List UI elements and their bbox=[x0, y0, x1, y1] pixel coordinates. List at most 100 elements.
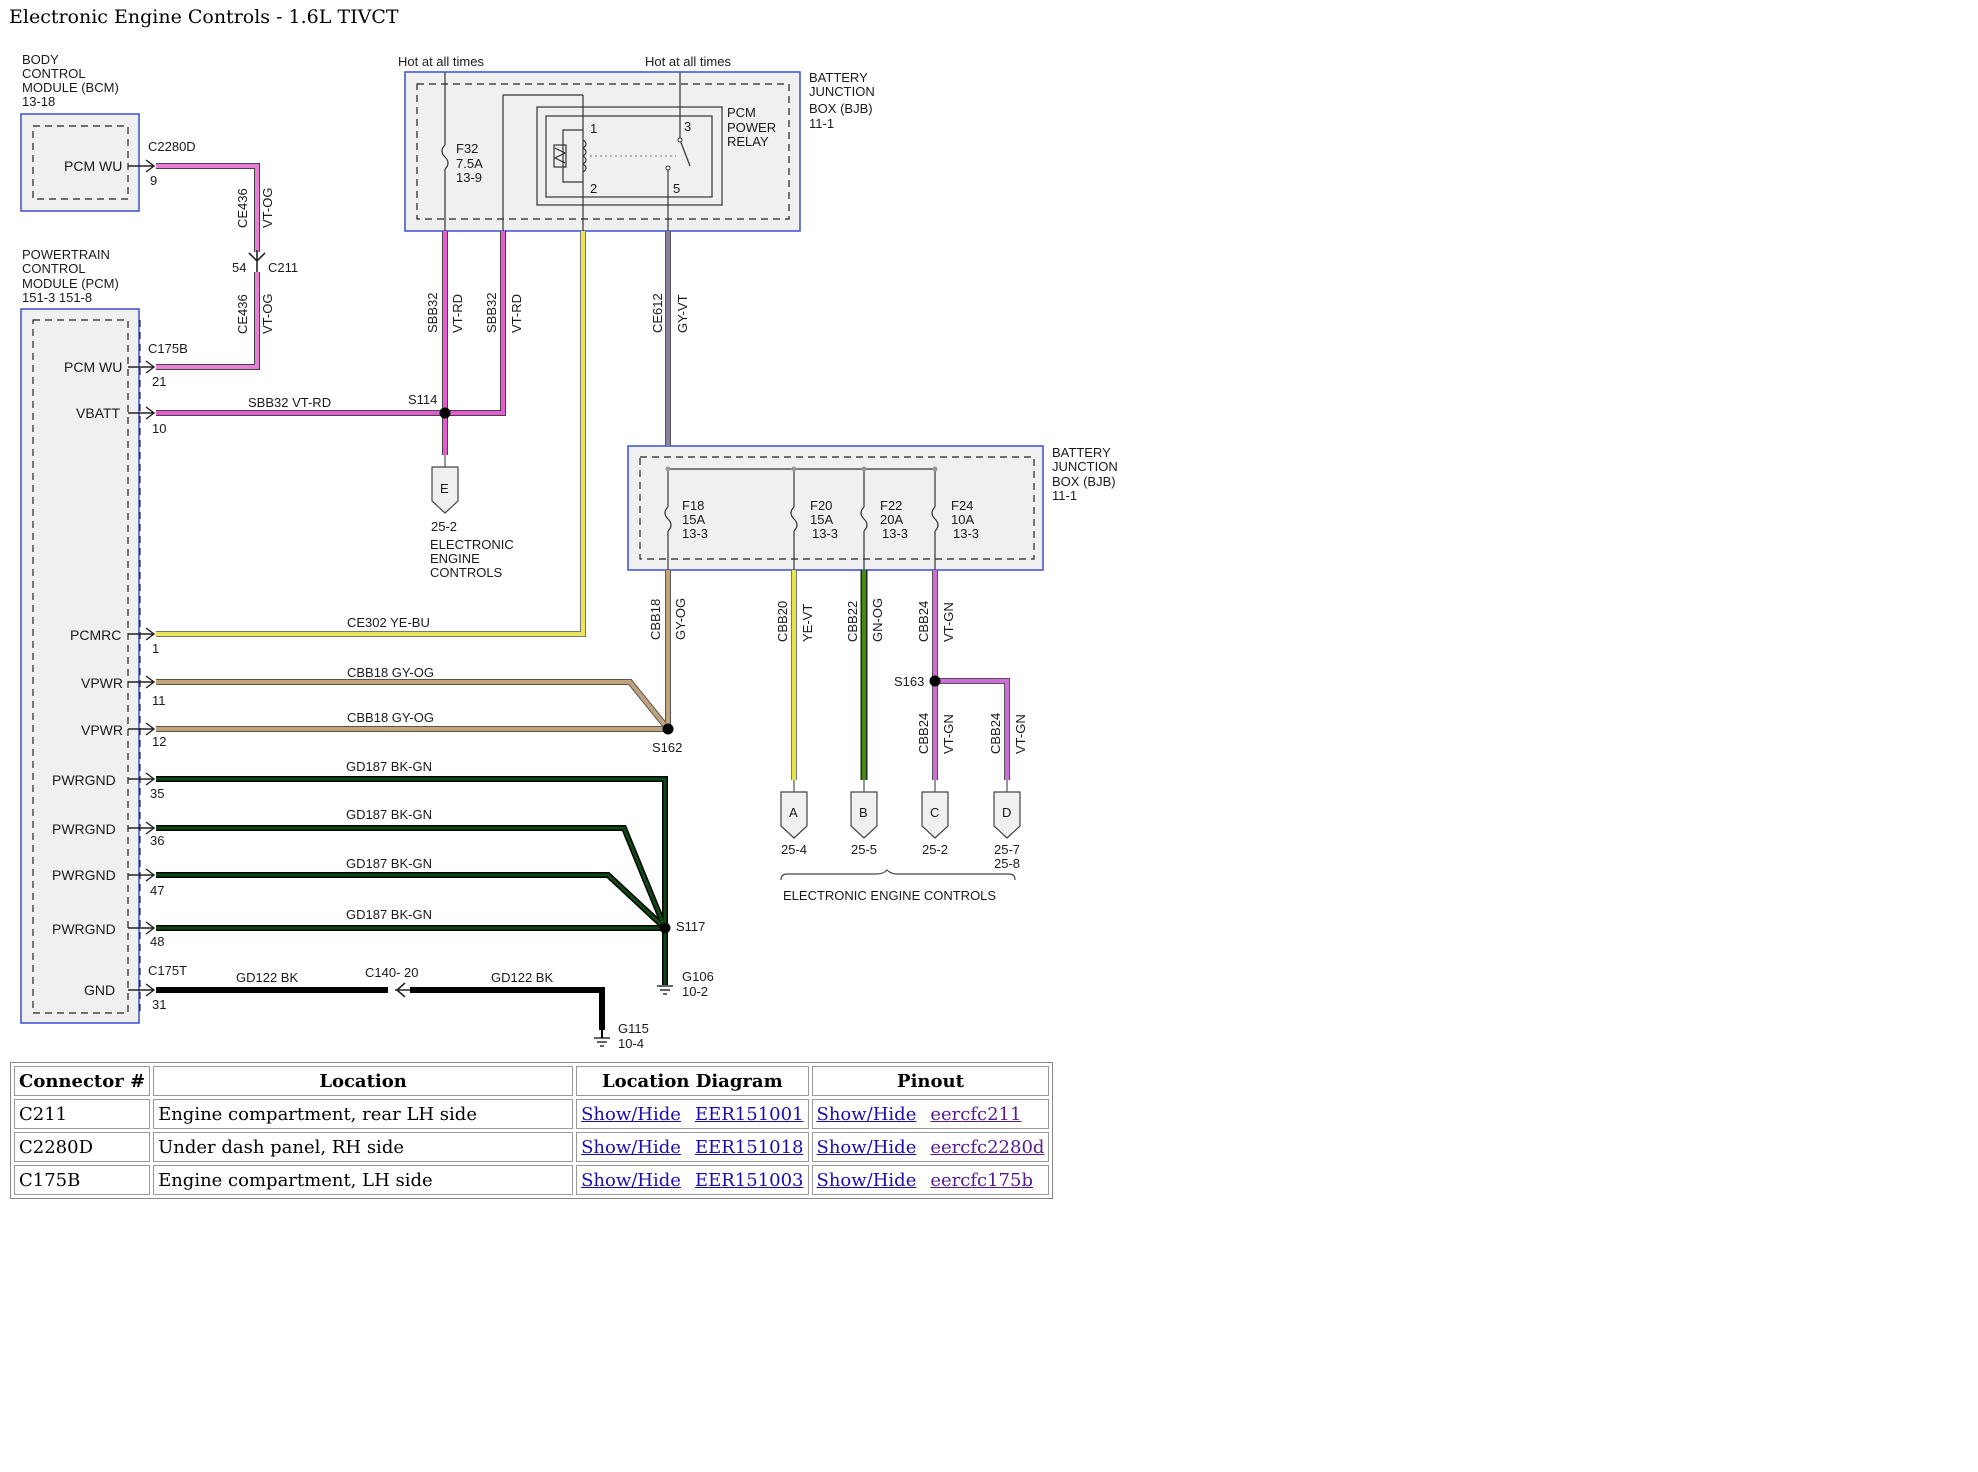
svg-text:SBB32: SBB32 bbox=[484, 293, 499, 333]
svg-text:11: 11 bbox=[152, 693, 166, 708]
svg-text:PWRGND: PWRGND bbox=[52, 921, 116, 937]
svg-text:G115: G115 bbox=[618, 1021, 649, 1036]
svg-text:VT-OG: VT-OG bbox=[260, 188, 275, 228]
wire-sbb32 bbox=[156, 231, 506, 455]
svg-text:SBB32 VT-RD: SBB32 VT-RD bbox=[248, 395, 331, 410]
svg-text:GD122 BK: GD122 BK bbox=[491, 970, 553, 985]
splice-s117 bbox=[659, 922, 671, 934]
svg-text:VT-RD: VT-RD bbox=[450, 294, 465, 333]
svg-text:VT-GN: VT-GN bbox=[941, 714, 956, 754]
svg-text:GND: GND bbox=[84, 982, 115, 998]
svg-text:11-1: 11-1 bbox=[1052, 488, 1077, 503]
svg-text:G106: G106 bbox=[682, 969, 714, 984]
c2280d-label: C2280D bbox=[148, 139, 196, 154]
show-hide-link[interactable]: Show/Hide bbox=[817, 1104, 917, 1125]
wire-cbb18 bbox=[156, 570, 671, 732]
pinout-link[interactable]: eercfc2280d bbox=[930, 1137, 1044, 1158]
svg-text:3: 3 bbox=[684, 119, 691, 134]
bjb-top: Hot at all times Hot at all times BATTER… bbox=[398, 54, 875, 232]
svg-text:25-4: 25-4 bbox=[781, 842, 807, 857]
svg-text:VT-OG: VT-OG bbox=[260, 294, 275, 334]
svg-text:CONTROL: CONTROL bbox=[22, 66, 86, 81]
svg-text:10: 10 bbox=[152, 421, 166, 436]
ref-a: A 25-4 bbox=[780, 780, 808, 857]
show-hide-link[interactable]: Show/Hide bbox=[817, 1137, 917, 1158]
cell-pinout: Show/Hide eercfc175b bbox=[811, 1165, 1050, 1195]
location-diagram-link[interactable]: EER151003 bbox=[695, 1170, 804, 1191]
svg-text:13-3: 13-3 bbox=[882, 526, 908, 541]
splice-s163 bbox=[929, 675, 941, 687]
svg-text:F24: F24 bbox=[951, 498, 973, 513]
svg-text:RELAY: RELAY bbox=[727, 134, 769, 149]
svg-text:25-2: 25-2 bbox=[431, 519, 457, 534]
svg-text:13-18: 13-18 bbox=[22, 94, 55, 109]
svg-text:25-5: 25-5 bbox=[851, 842, 877, 857]
show-hide-link[interactable]: Show/Hide bbox=[581, 1137, 681, 1158]
svg-text:13-3: 13-3 bbox=[812, 526, 838, 541]
svg-text:CE612: CE612 bbox=[650, 293, 665, 333]
svg-text:CBB18 GY-OG: CBB18 GY-OG bbox=[347, 665, 434, 680]
c175t-label: C175T bbox=[148, 963, 187, 978]
svg-text:1: 1 bbox=[152, 641, 159, 656]
svg-text:GD187 BK-GN: GD187 BK-GN bbox=[346, 856, 432, 871]
svg-text:10-2: 10-2 bbox=[682, 984, 708, 999]
svg-text:CONTROLS: CONTROLS bbox=[430, 565, 503, 580]
c211-connector: 54 C211 bbox=[232, 250, 298, 275]
ground-g106-icon bbox=[657, 985, 673, 995]
svg-text:48: 48 bbox=[150, 934, 164, 949]
svg-text:BOX (BJB): BOX (BJB) bbox=[809, 101, 873, 116]
svg-text:JUNCTION: JUNCTION bbox=[1052, 459, 1118, 474]
svg-text:25-8: 25-8 bbox=[994, 856, 1020, 871]
table-row: C211 Engine compartment, rear LH side Sh… bbox=[14, 1099, 1050, 1129]
svg-text:9: 9 bbox=[150, 173, 157, 188]
header-location-diagram: Location Diagram bbox=[576, 1066, 809, 1096]
cell-connector: C2280D bbox=[14, 1132, 151, 1162]
svg-text:13-9: 13-9 bbox=[456, 170, 482, 185]
cell-connector: C175B bbox=[14, 1165, 151, 1195]
svg-text:VT-RD: VT-RD bbox=[509, 294, 524, 333]
pinout-link[interactable]: eercfc211 bbox=[930, 1104, 1021, 1125]
splice-s162 bbox=[662, 723, 674, 735]
svg-text:CBB20: CBB20 bbox=[775, 601, 790, 642]
pinout-link[interactable]: eercfc175b bbox=[930, 1170, 1033, 1191]
svg-text:Hot at all times: Hot at all times bbox=[398, 54, 484, 69]
svg-text:PWRGND: PWRGND bbox=[52, 821, 116, 837]
svg-text:C140- 20: C140- 20 bbox=[365, 965, 418, 980]
ref-c: C 25-2 bbox=[921, 780, 949, 857]
svg-text:35: 35 bbox=[150, 786, 164, 801]
svg-text:CE436: CE436 bbox=[235, 294, 250, 334]
cell-location-diagram: Show/Hide EER151018 bbox=[576, 1132, 809, 1162]
svg-text:25-7: 25-7 bbox=[994, 842, 1020, 857]
svg-text:F22: F22 bbox=[880, 498, 902, 513]
svg-text:13-3: 13-3 bbox=[682, 526, 708, 541]
show-hide-link[interactable]: Show/Hide bbox=[817, 1170, 917, 1191]
svg-text:VT-GN: VT-GN bbox=[1013, 714, 1028, 754]
cell-pinout: Show/Hide eercfc211 bbox=[811, 1099, 1050, 1129]
show-hide-link[interactable]: Show/Hide bbox=[581, 1170, 681, 1191]
svg-text:GD187 BK-GN: GD187 BK-GN bbox=[346, 759, 432, 774]
cell-pinout: Show/Hide eercfc2280d bbox=[811, 1132, 1050, 1162]
svg-text:54: 54 bbox=[232, 260, 246, 275]
ref-b: B 25-5 bbox=[850, 780, 878, 857]
svg-text:GY-VT: GY-VT bbox=[675, 294, 690, 333]
location-diagram-link[interactable]: EER151001 bbox=[695, 1104, 804, 1125]
svg-text:PWRGND: PWRGND bbox=[52, 867, 116, 883]
svg-text:GY-OG: GY-OG bbox=[673, 598, 688, 640]
svg-text:36: 36 bbox=[150, 833, 164, 848]
location-diagram-link[interactable]: EER151018 bbox=[695, 1137, 804, 1158]
svg-text:11-1: 11-1 bbox=[809, 116, 834, 131]
svg-text:13-3: 13-3 bbox=[953, 526, 979, 541]
svg-text:CBB18: CBB18 bbox=[648, 599, 663, 640]
header-location: Location bbox=[153, 1066, 574, 1096]
svg-text:20A: 20A bbox=[880, 512, 903, 527]
cell-location: Engine compartment, rear LH side bbox=[153, 1099, 574, 1129]
cell-connector: C211 bbox=[14, 1099, 151, 1129]
connector-table: Connector # Location Location Diagram Pi… bbox=[10, 1062, 1054, 1199]
table-row: C2280D Under dash panel, RH side Show/Hi… bbox=[14, 1132, 1050, 1162]
cell-location: Engine compartment, LH side bbox=[153, 1165, 574, 1195]
svg-text:ENGINE: ENGINE bbox=[430, 551, 480, 566]
svg-text:MODULE (BCM): MODULE (BCM) bbox=[22, 80, 119, 95]
svg-text:1: 1 bbox=[590, 121, 597, 136]
svg-text:PCM WU: PCM WU bbox=[64, 359, 122, 375]
show-hide-link[interactable]: Show/Hide bbox=[581, 1104, 681, 1125]
